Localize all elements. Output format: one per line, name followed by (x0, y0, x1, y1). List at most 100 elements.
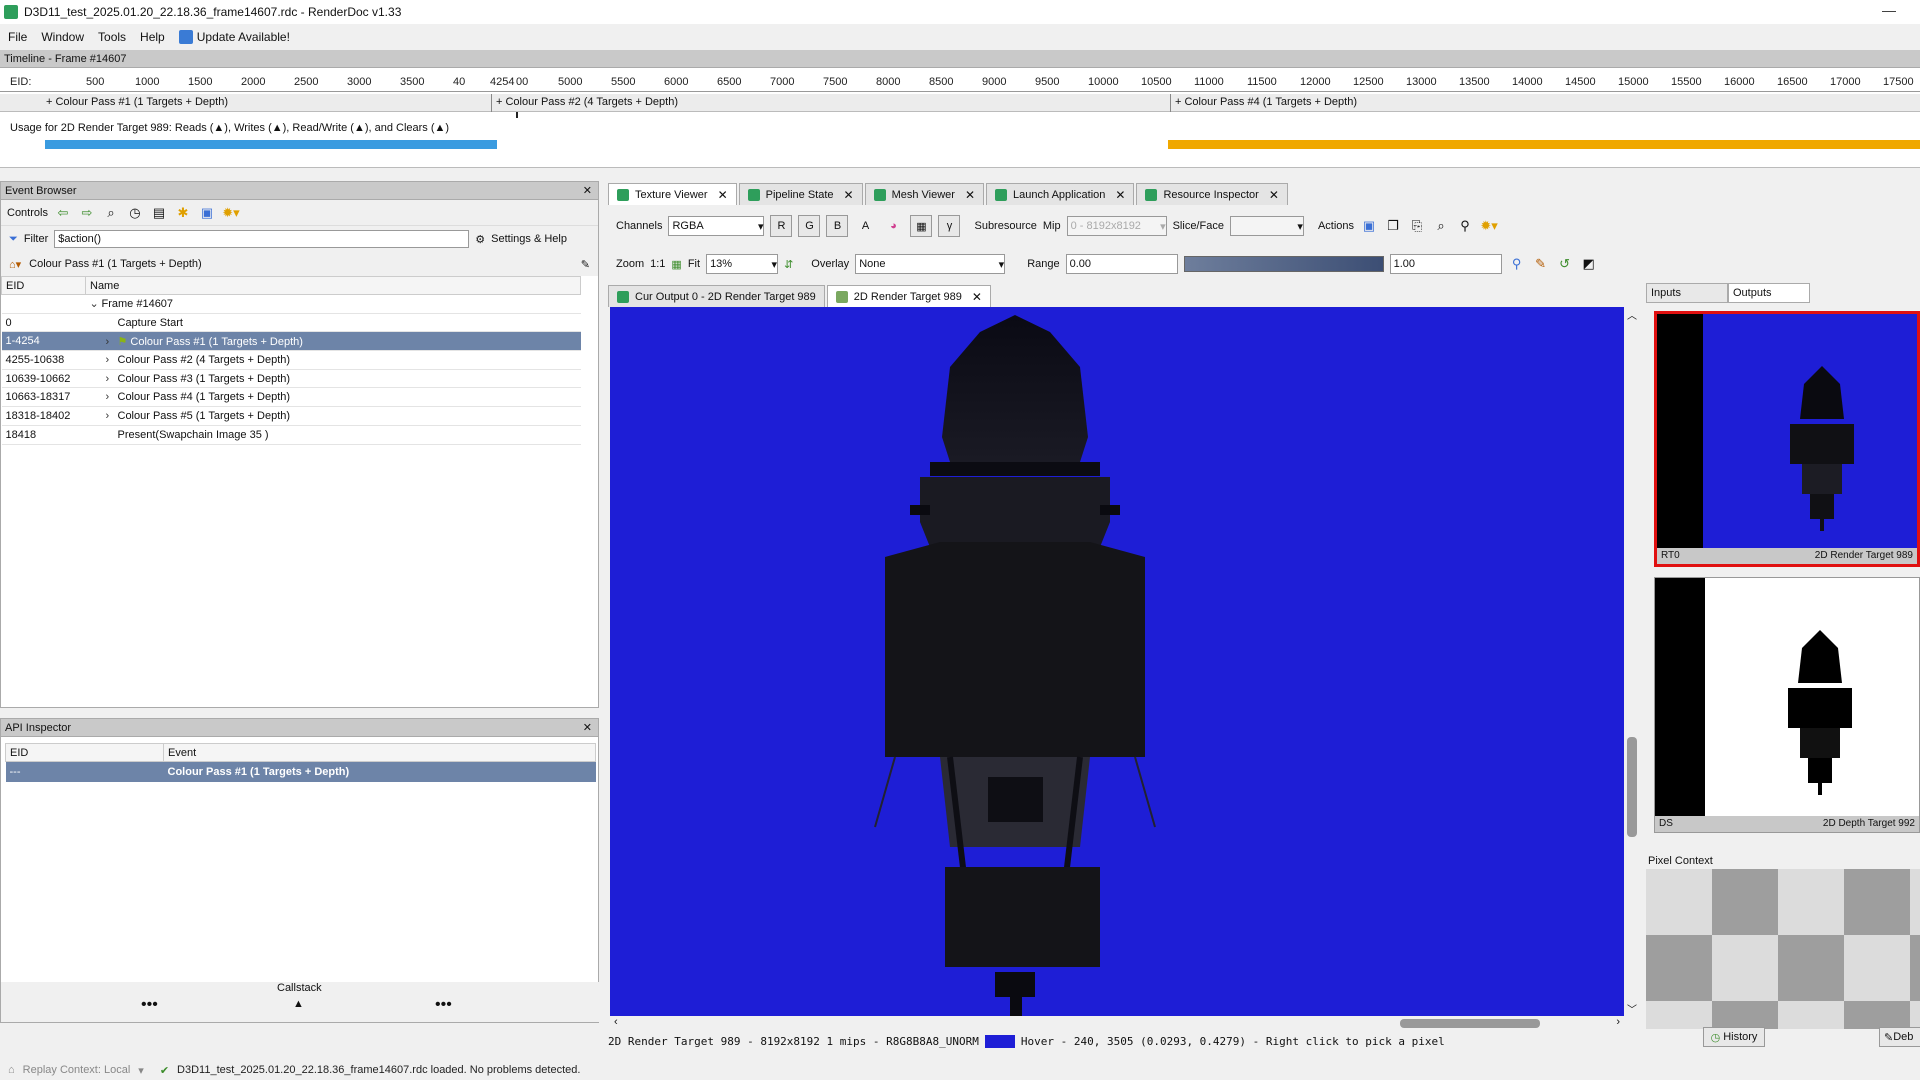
stats-icon[interactable]: ▤ (150, 205, 168, 221)
table-row[interactable]: 10663-18317 › Colour Pass #4 (1 Targets + … (1, 387, 581, 408)
forward-arrow-icon[interactable]: ⇨ (78, 205, 96, 221)
menu-tools[interactable]: Tools (98, 30, 126, 44)
settings-dropdown-icon[interactable]: ✹▾ (1480, 218, 1498, 234)
chevron-up-icon[interactable]: ▲ (293, 998, 304, 1010)
minimize-button[interactable]: — (1882, 2, 1896, 18)
tab-pipeline-state[interactable]: Pipeline State ✕ (738, 183, 863, 205)
chevron-icon[interactable]: › (106, 373, 118, 385)
reset-range-icon[interactable]: ↺ (1556, 256, 1574, 272)
channel-g-toggle[interactable]: G (798, 215, 821, 237)
bookmark-icon[interactable]: ✱ (174, 205, 192, 221)
range-max-input[interactable]: 1.00 (1389, 254, 1502, 274)
channel-a-toggle[interactable]: A (854, 215, 877, 237)
table-row[interactable]: 10639-10662 › Colour Pass #3 (1 Targets + … (1, 369, 581, 389)
col-eid[interactable]: EID (1, 276, 86, 295)
pixel-context-preview[interactable] (1646, 869, 1920, 1029)
flip-icon[interactable]: ⇵ (784, 258, 793, 271)
viewport-vertical-scrollbar[interactable]: ︿ ﹀ (1624, 307, 1640, 1016)
close-icon[interactable]: ✕ (1115, 188, 1125, 202)
back-arrow-icon[interactable]: ⇦ (54, 205, 72, 221)
close-icon[interactable]: ✕ (965, 188, 975, 202)
filter-input[interactable]: $action() (54, 230, 470, 248)
tab-launch-application[interactable]: Launch Application ✕ (986, 183, 1135, 205)
link-icon[interactable]: ⚲ (1456, 218, 1474, 234)
chevron-icon[interactable]: ⌄ (90, 297, 102, 310)
channel-b-toggle[interactable]: B (826, 215, 849, 237)
save-texture-icon[interactable]: ▣ (1360, 218, 1378, 234)
close-icon[interactable]: ✕ (972, 290, 982, 304)
debug-button[interactable]: ✎ Deb (1879, 1027, 1920, 1047)
tab-outputs[interactable]: Outputs (1728, 283, 1810, 303)
table-row[interactable]: 0 Capture Start (1, 313, 581, 333)
chevron-right-icon[interactable]: › (1616, 1016, 1620, 1028)
edit-icon[interactable]: ✎ (581, 258, 590, 271)
replay-context-label[interactable]: Replay Context: Local (23, 1064, 131, 1076)
menu-file[interactable]: File (8, 30, 27, 44)
histogram-icon[interactable]: ◩ (1580, 256, 1598, 272)
callstack-label[interactable]: Callstack (277, 982, 322, 994)
table-row[interactable]: 18418 Present(Swapchain Image 35 ) (1, 425, 581, 445)
slice-face-select[interactable]: ▾ (1229, 216, 1304, 236)
chevron-up-icon[interactable]: ︿ (1627, 307, 1637, 322)
close-icon[interactable]: ✕ (718, 188, 728, 202)
mip-select[interactable]: 0 - 8192x8192 ▾ (1066, 216, 1167, 236)
timer-icon[interactable]: ◷ (126, 205, 144, 221)
menu-help[interactable]: Help (140, 30, 165, 44)
tab-mesh-viewer[interactable]: Mesh Viewer ✕ (864, 183, 985, 205)
splitter-dots-left[interactable]: ••• (141, 996, 158, 1014)
tab-texture-viewer[interactable]: Texture Viewer ✕ (608, 183, 737, 205)
tab-render-target-989[interactable]: 2D Render Target 989 ✕ (826, 285, 991, 307)
settings-help-button[interactable]: Settings & Help (491, 233, 567, 245)
table-row[interactable]: --- Colour Pass #1 (1 Targets + Depth) (5, 761, 596, 782)
chevron-down-icon[interactable]: ▾ (138, 1064, 144, 1077)
close-icon[interactable]: ✕ (1269, 188, 1279, 202)
auto-fit-icon[interactable]: ✎ (1532, 256, 1550, 272)
timeline-pass-4[interactable]: + Colour Pass #4 (1 Targets + Depth) (1171, 96, 1357, 108)
table-row[interactable]: 4255-10638 › Colour Pass #2 (4 Targets + D… (1, 350, 581, 370)
gamma-toggle[interactable]: γ (938, 215, 961, 237)
gear-icon[interactable]: ⚙ (475, 233, 485, 246)
copy-icon[interactable]: ❐ (1384, 218, 1402, 234)
splitter-dots-right[interactable]: ••• (435, 996, 452, 1014)
zoom-magnifier-icon[interactable]: ⚲ (1508, 256, 1526, 272)
col-eid[interactable]: EID (5, 743, 164, 762)
callstack-bar[interactable]: ••• Callstack ▲ ••• (1, 982, 600, 1022)
save-icon[interactable]: ▣ (198, 205, 216, 221)
tab-cur-output[interactable]: Cur Output 0 - 2D Render Target 989 (608, 285, 825, 307)
fit-button[interactable]: Fit (688, 258, 700, 270)
range-min-input[interactable]: 0.00 (1065, 254, 1178, 274)
overlay-select[interactable]: None ▾ (855, 254, 1006, 274)
tab-resource-inspector[interactable]: Resource Inspector ✕ (1136, 183, 1288, 205)
channel-r-toggle[interactable]: R (770, 215, 793, 237)
texture-viewport[interactable] (610, 307, 1624, 1016)
col-name[interactable]: Name (85, 276, 581, 295)
scrollbar-thumb[interactable] (1400, 1019, 1540, 1028)
table-row[interactable]: 1-4254 › ⚑ Colour Pass #1 (1 Targets + Dep… (1, 331, 581, 352)
checkerboard-icon[interactable]: ▦ (910, 215, 933, 237)
menu-window[interactable]: Window (41, 30, 84, 44)
table-row[interactable]: ⌄ Frame #14607 (1, 294, 581, 314)
chevron-icon[interactable]: › (106, 410, 118, 422)
chevron-icon[interactable]: › (106, 391, 118, 403)
table-row[interactable]: 18318-18402 › Colour Pass #5 (1 Targets + … (1, 406, 581, 426)
chevron-icon[interactable]: › (106, 354, 118, 366)
history-button[interactable]: ◷ History (1703, 1027, 1765, 1047)
thumbnail-depth[interactable]: DS 2D Depth Target 992 (1654, 577, 1920, 833)
chevron-left-icon[interactable]: ‹ (614, 1016, 618, 1028)
close-icon[interactable]: ✕ (844, 188, 854, 202)
viewport-horizontal-scrollbar[interactable]: ‹ › (610, 1016, 1624, 1030)
close-icon[interactable]: ✕ (583, 182, 592, 200)
col-event[interactable]: Event (163, 743, 596, 762)
zoom-1to1-button[interactable]: 1:1 (650, 258, 665, 270)
timeline-ruler[interactable]: EID: 500 1000 1500 2000 2500 3000 3500 40 4254 00… (0, 72, 1920, 118)
chevron-down-icon[interactable]: ﹀ (1627, 1001, 1637, 1016)
range-slider[interactable] (1183, 256, 1384, 272)
open-icon[interactable]: ⎘ (1408, 218, 1426, 234)
update-available-link[interactable]: Update Available! (178, 30, 290, 45)
options-dropdown-icon[interactable]: ✹▾ (222, 205, 240, 221)
chevron-icon[interactable]: › (106, 336, 118, 348)
close-icon[interactable]: ✕ (583, 719, 592, 737)
fit-icon[interactable]: ▦ (671, 258, 681, 271)
channels-select[interactable]: RGBA ▾ (668, 216, 765, 236)
zoom-select[interactable]: 13% ▾ (706, 254, 779, 274)
